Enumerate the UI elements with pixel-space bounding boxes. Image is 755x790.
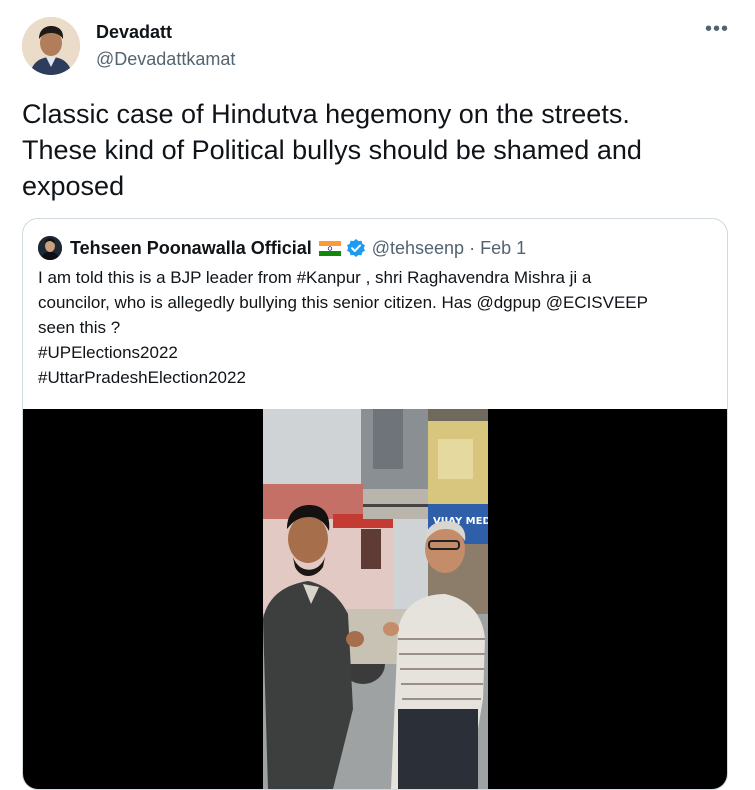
video-frame: VIJAY MED	[263, 409, 488, 789]
quoted-text-line: seen this ?	[38, 318, 121, 337]
hashtag-link[interactable]: #UttarPradeshElection2022	[38, 365, 718, 390]
author-name[interactable]: Devadatt	[96, 22, 172, 43]
video-player[interactable]: VIJAY MED	[23, 409, 727, 789]
quoted-text-line: I am told this is a BJP leader from #Kan…	[38, 268, 592, 287]
tweet-text-line: exposed	[22, 171, 125, 201]
verified-badge-icon	[346, 238, 366, 258]
author-handle[interactable]: @Devadattkamat	[96, 49, 235, 70]
hashtag-link[interactable]: #UPElections2022	[38, 340, 718, 365]
quoted-author-avatar[interactable]	[38, 236, 62, 260]
quoted-handle-date[interactable]: @tehseenp · Feb 1	[372, 238, 526, 259]
tweet-text: Classic case of Hindutva hegemony on the…	[22, 96, 722, 204]
more-icon[interactable]: •••	[705, 18, 729, 41]
quoted-author-name[interactable]: Tehseen Poonawalla Official	[70, 238, 312, 259]
tweet-text-line: Classic case of Hindutva hegemony on the…	[22, 99, 630, 129]
author-avatar[interactable]	[22, 17, 80, 75]
quoted-tweet[interactable]: Tehseen Poonawalla Official @tehseenp · …	[22, 218, 728, 790]
quoted-text-line: councilor, who is allegedly bullying thi…	[38, 293, 648, 312]
india-flag-icon	[318, 240, 341, 256]
tweet: Devadatt @Devadattkamat ••• Classic case…	[0, 0, 755, 790]
quoted-tweet-header: Tehseen Poonawalla Official @tehseenp · …	[38, 235, 526, 261]
tweet-text-line: These kind of Political bullys should be…	[22, 135, 642, 165]
quoted-tweet-text: I am told this is a BJP leader from #Kan…	[38, 265, 718, 390]
